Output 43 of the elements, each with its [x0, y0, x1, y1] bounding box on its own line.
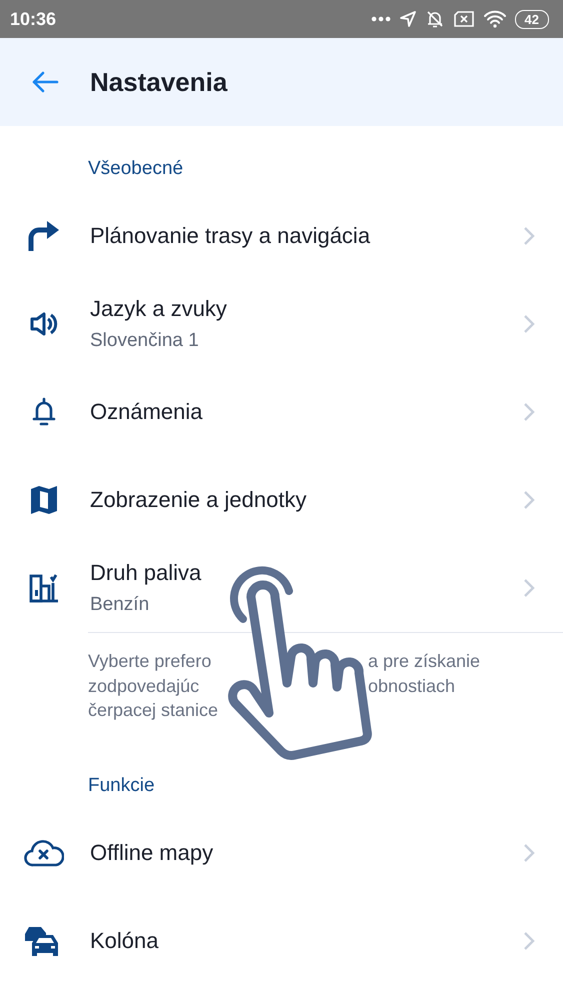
clock: 10:36 [10, 8, 56, 30]
description-text: obnostiach [368, 674, 456, 698]
description-text: a pre získanie [368, 650, 480, 673]
description-text: čerpacej stanice [88, 699, 220, 722]
settings-item[interactable]: Plánovanie trasy a navigácia [0, 192, 563, 280]
item-value: Benzín [90, 594, 150, 616]
chevron-icon [523, 842, 535, 862]
back-arrow-icon [31, 70, 59, 94]
more-icon [370, 16, 391, 22]
item-label: Plánovanie trasy a navigácia [90, 223, 372, 249]
section-header: Funkcie [87, 774, 156, 798]
building-icon [29, 573, 59, 603]
settings-item[interactable]: Jazyk a zvuky Slovenčina 1 [0, 280, 563, 368]
chevron-icon [523, 314, 535, 334]
chevron-icon [523, 402, 535, 422]
bell-icon [31, 397, 57, 427]
item-label: Jazyk a zvuky [90, 296, 228, 322]
cloud-off-icon [24, 838, 64, 866]
chevron-icon [523, 490, 535, 510]
chevron-icon [523, 578, 535, 598]
item-label: Druh paliva [90, 560, 202, 586]
settings-item[interactable]: Offline mapy [0, 808, 563, 896]
item-value: Slovenčina 1 [90, 330, 200, 352]
settings-item[interactable]: Kolóna [0, 896, 563, 984]
chevron-icon [523, 930, 535, 950]
muted-bell-icon [424, 9, 445, 29]
chevron-icon [523, 226, 535, 246]
page-title: Nastavenia [90, 66, 228, 98]
battery-indicator: 42 [514, 10, 549, 28]
item-label: Kolóna [90, 928, 160, 954]
item-label: Oznámenia [90, 399, 204, 425]
wifi-icon [482, 10, 507, 28]
location-icon [398, 10, 417, 28]
settings-item[interactable]: Druh paliva Benzín [0, 544, 563, 632]
map-icon [30, 485, 58, 515]
description-text: zodpovedajúc [88, 674, 200, 698]
settings-item[interactable]: Zobrazenie a jednotky [0, 456, 563, 544]
sim-icon [452, 10, 475, 28]
item-label: Zobrazenie a jednotky [90, 487, 308, 513]
description-text: Vyberte prefero [88, 650, 212, 673]
section-header: Všeobecné [87, 157, 184, 181]
item-label: Offline mapy [90, 840, 214, 866]
settings-item[interactable]: Oznámenia [0, 368, 563, 456]
